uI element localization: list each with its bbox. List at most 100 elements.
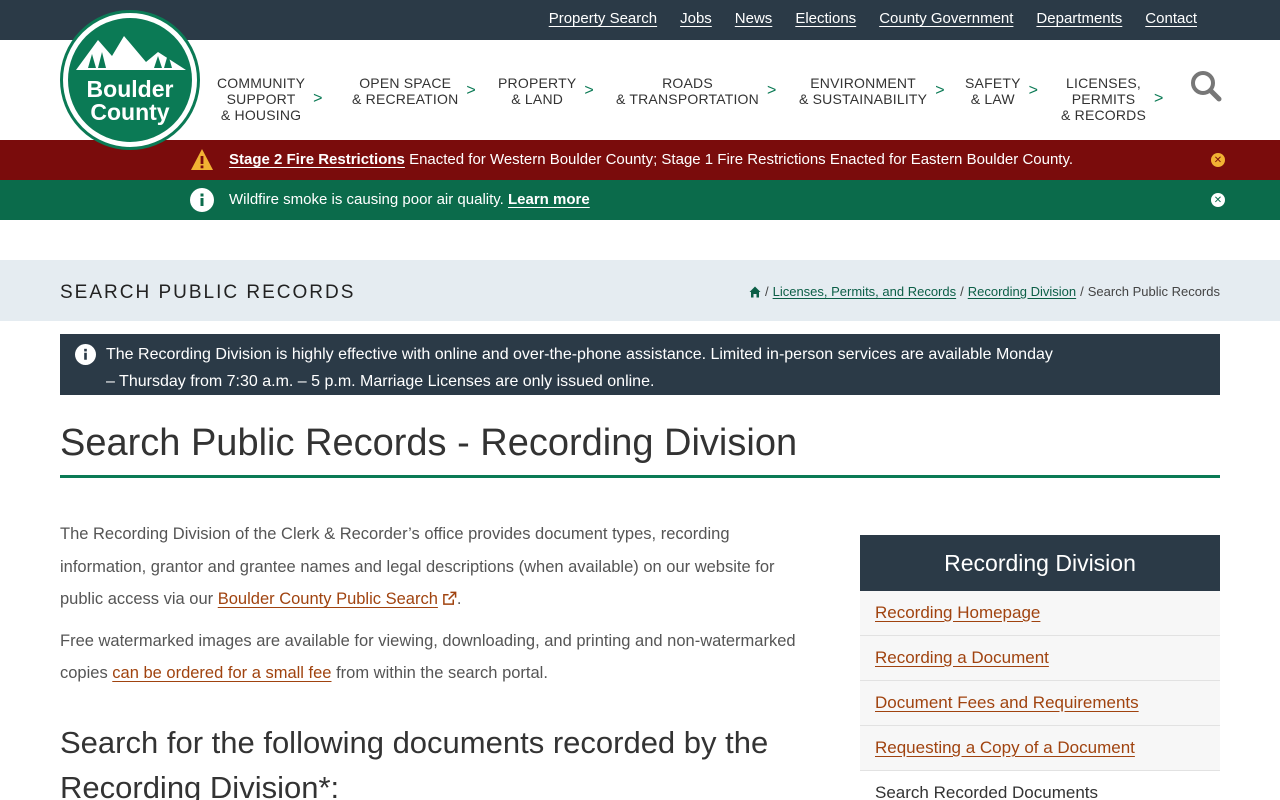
logo-badge: Boulder County bbox=[68, 18, 192, 142]
sidebar-item: Recording a Document bbox=[860, 636, 1220, 681]
nav-label: COMMUNITY SUPPORT & HOUSING bbox=[217, 75, 305, 123]
nav-label-line: & LAW bbox=[970, 91, 1015, 107]
documents-subheading: Search for the following documents recor… bbox=[60, 725, 769, 800]
nav-label: LICENSES, PERMITS & RECORDS bbox=[1061, 75, 1146, 123]
breadcrumb-recording-division[interactable]: Recording Division bbox=[968, 284, 1076, 299]
utility-link-contact[interactable]: Contact bbox=[1145, 10, 1197, 27]
main-content: The Recording Division of the Clerk & Re… bbox=[60, 518, 820, 699]
nav-label-line: & LAND bbox=[511, 91, 564, 107]
nav-label: PROPERTY & LAND bbox=[498, 75, 576, 107]
smoke-alert-text: Wildfire smoke is causing poor air quali… bbox=[229, 191, 590, 208]
nav-item-licenses-permits[interactable]: LICENSES, PERMITS & RECORDS > bbox=[1061, 75, 1163, 123]
info-icon bbox=[190, 188, 214, 212]
nav-label-line: ENVIRONMENT bbox=[810, 75, 916, 91]
breadcrumb-separator: / bbox=[764, 284, 769, 299]
nav-label: ENVIRONMENT & SUSTAINABILITY bbox=[799, 75, 927, 107]
heading-divider bbox=[60, 475, 1220, 478]
utility-link-property-search[interactable]: Property Search bbox=[549, 10, 657, 27]
nav-label-line: PROPERTY bbox=[498, 75, 577, 91]
close-icon[interactable]: ✕ bbox=[1211, 153, 1225, 167]
nav-label-line: ROADS bbox=[662, 75, 713, 91]
nav-item-safety-law[interactable]: SAFETY & LAW > bbox=[965, 75, 1038, 107]
nav-label-line: COMMUNITY bbox=[217, 75, 306, 91]
nav-item-open-space[interactable]: OPEN SPACE & RECREATION > bbox=[352, 75, 476, 107]
order-copies-link[interactable]: can be ordered for a small fee bbox=[112, 664, 331, 682]
nav-label-line: OPEN SPACE bbox=[359, 75, 452, 91]
chevron-right-icon: > bbox=[466, 82, 476, 99]
utility-link-news[interactable]: News bbox=[735, 10, 773, 27]
home-icon[interactable] bbox=[749, 286, 761, 298]
paragraph-text: from within the search portal. bbox=[331, 664, 548, 682]
chevron-right-icon: > bbox=[766, 82, 777, 99]
boulder-county-logo[interactable]: Boulder County bbox=[60, 10, 200, 150]
utility-link-jobs[interactable]: Jobs bbox=[680, 10, 712, 27]
utility-link-elections[interactable]: Elections bbox=[795, 10, 856, 27]
breadcrumb-current: Search Public Records bbox=[1087, 284, 1220, 299]
nav-label-line: & RECORDS bbox=[1061, 107, 1147, 123]
breadcrumb-separator: / bbox=[1080, 284, 1084, 299]
logo-text-line2: County bbox=[90, 99, 170, 125]
main-heading: Search Public Records - Recording Divisi… bbox=[60, 422, 798, 464]
chevron-right-icon: > bbox=[1028, 82, 1038, 99]
chevron-right-icon: > bbox=[584, 82, 594, 99]
public-search-link-text: Boulder County Public Search bbox=[217, 590, 438, 608]
sidebar-link-document-fees[interactable]: Document Fees and Requirements bbox=[875, 693, 1139, 713]
utility-link-departments[interactable]: Departments bbox=[1036, 10, 1122, 27]
nav-label-line: SUPPORT bbox=[226, 91, 296, 107]
close-icon[interactable]: ✕ bbox=[1211, 193, 1225, 207]
sidebar-link-recording-homepage[interactable]: Recording Homepage bbox=[875, 603, 1040, 623]
breadcrumb-licenses[interactable]: Licenses, Permits, and Records bbox=[773, 284, 957, 299]
utility-nav: Property Search Jobs News Elections Coun… bbox=[549, 10, 1197, 28]
page-title: SEARCH PUBLIC RECORDS bbox=[60, 282, 356, 303]
nav-label: SAFETY & LAW bbox=[965, 75, 1021, 107]
sidebar-link-requesting-copy[interactable]: Requesting a Copy of a Document bbox=[875, 738, 1135, 758]
fire-alert-text: Stage 2 Fire Restrictions Enacted for We… bbox=[229, 151, 1073, 168]
search-icon[interactable] bbox=[1190, 70, 1222, 102]
fire-restriction-alert: Stage 2 Fire Restrictions Enacted for We… bbox=[0, 140, 1280, 180]
watermark-paragraph: Free watermarked images are available fo… bbox=[60, 625, 820, 690]
nav-label: OPEN SPACE & RECREATION bbox=[352, 75, 458, 107]
sidebar-item-current[interactable]: Search Recorded Documents bbox=[860, 771, 1220, 800]
chevron-right-icon: > bbox=[313, 90, 323, 107]
smoke-alert-message: Wildfire smoke is causing poor air quali… bbox=[229, 191, 508, 208]
recording-division-sidebar: Recording Division Recording Homepage Re… bbox=[860, 535, 1220, 800]
external-link-icon bbox=[443, 591, 457, 605]
nav-label-line: & RECREATION bbox=[352, 91, 459, 107]
nav-label-line: PERMITS bbox=[1071, 91, 1136, 107]
nav-label-line: & SUSTAINABILITY bbox=[799, 91, 928, 107]
utility-link-county-government[interactable]: County Government bbox=[879, 10, 1013, 27]
sidebar-title: Recording Division bbox=[860, 535, 1220, 591]
intro-paragraph: The Recording Division of the Clerk & Re… bbox=[60, 518, 820, 616]
learn-more-link[interactable]: Learn more bbox=[508, 191, 590, 208]
paragraph-text: . bbox=[456, 590, 462, 608]
sidebar-item: Requesting a Copy of a Document bbox=[860, 726, 1220, 771]
info-banner: The Recording Division is highly effecti… bbox=[60, 334, 1220, 395]
sidebar-item: Document Fees and Requirements bbox=[860, 681, 1220, 726]
nav-label-line: SAFETY bbox=[965, 75, 1021, 91]
info-banner-text: The Recording Division is highly effecti… bbox=[106, 346, 1053, 390]
nav-item-community-support[interactable]: COMMUNITY SUPPORT & HOUSING > bbox=[217, 75, 322, 123]
public-search-link[interactable]: Boulder County Public Search bbox=[218, 590, 457, 608]
logo-text-line1: Boulder bbox=[86, 76, 174, 102]
nav-item-roads-transportation[interactable]: ROADS & TRANSPORTATION > bbox=[616, 75, 776, 107]
utility-bar: Property Search Jobs News Elections Coun… bbox=[0, 0, 1280, 40]
info-icon bbox=[75, 344, 96, 365]
nav-item-property-land[interactable]: PROPERTY & LAND > bbox=[498, 75, 594, 107]
breadcrumb: / Licenses, Permits, and Records / Recor… bbox=[749, 284, 1220, 299]
sidebar-link-recording-a-document[interactable]: Recording a Document bbox=[875, 648, 1049, 668]
breadcrumb-separator: / bbox=[960, 284, 964, 299]
warning-icon bbox=[191, 149, 213, 170]
sidebar-item: Recording Homepage bbox=[860, 591, 1220, 636]
nav-label-line: LICENSES, bbox=[1066, 75, 1141, 91]
fire-alert-message: Enacted for Western Boulder County; Stag… bbox=[404, 151, 1074, 168]
smoke-alert: Wildfire smoke is causing poor air quali… bbox=[0, 180, 1280, 220]
fire-restrictions-link[interactable]: Stage 2 Fire Restrictions bbox=[229, 151, 405, 168]
sidebar-menu: Recording Homepage Recording a Document … bbox=[860, 591, 1220, 800]
chevron-right-icon: > bbox=[935, 82, 945, 99]
nav-label-line: & HOUSING bbox=[220, 107, 302, 123]
nav-label: ROADS & TRANSPORTATION bbox=[616, 75, 759, 107]
nav-label-line: & TRANSPORTATION bbox=[616, 91, 759, 107]
page-header-bar: SEARCH PUBLIC RECORDS / Licenses, Permit… bbox=[0, 260, 1280, 321]
nav-item-environment[interactable]: ENVIRONMENT & SUSTAINABILITY > bbox=[799, 75, 945, 107]
chevron-right-icon: > bbox=[1154, 90, 1164, 107]
